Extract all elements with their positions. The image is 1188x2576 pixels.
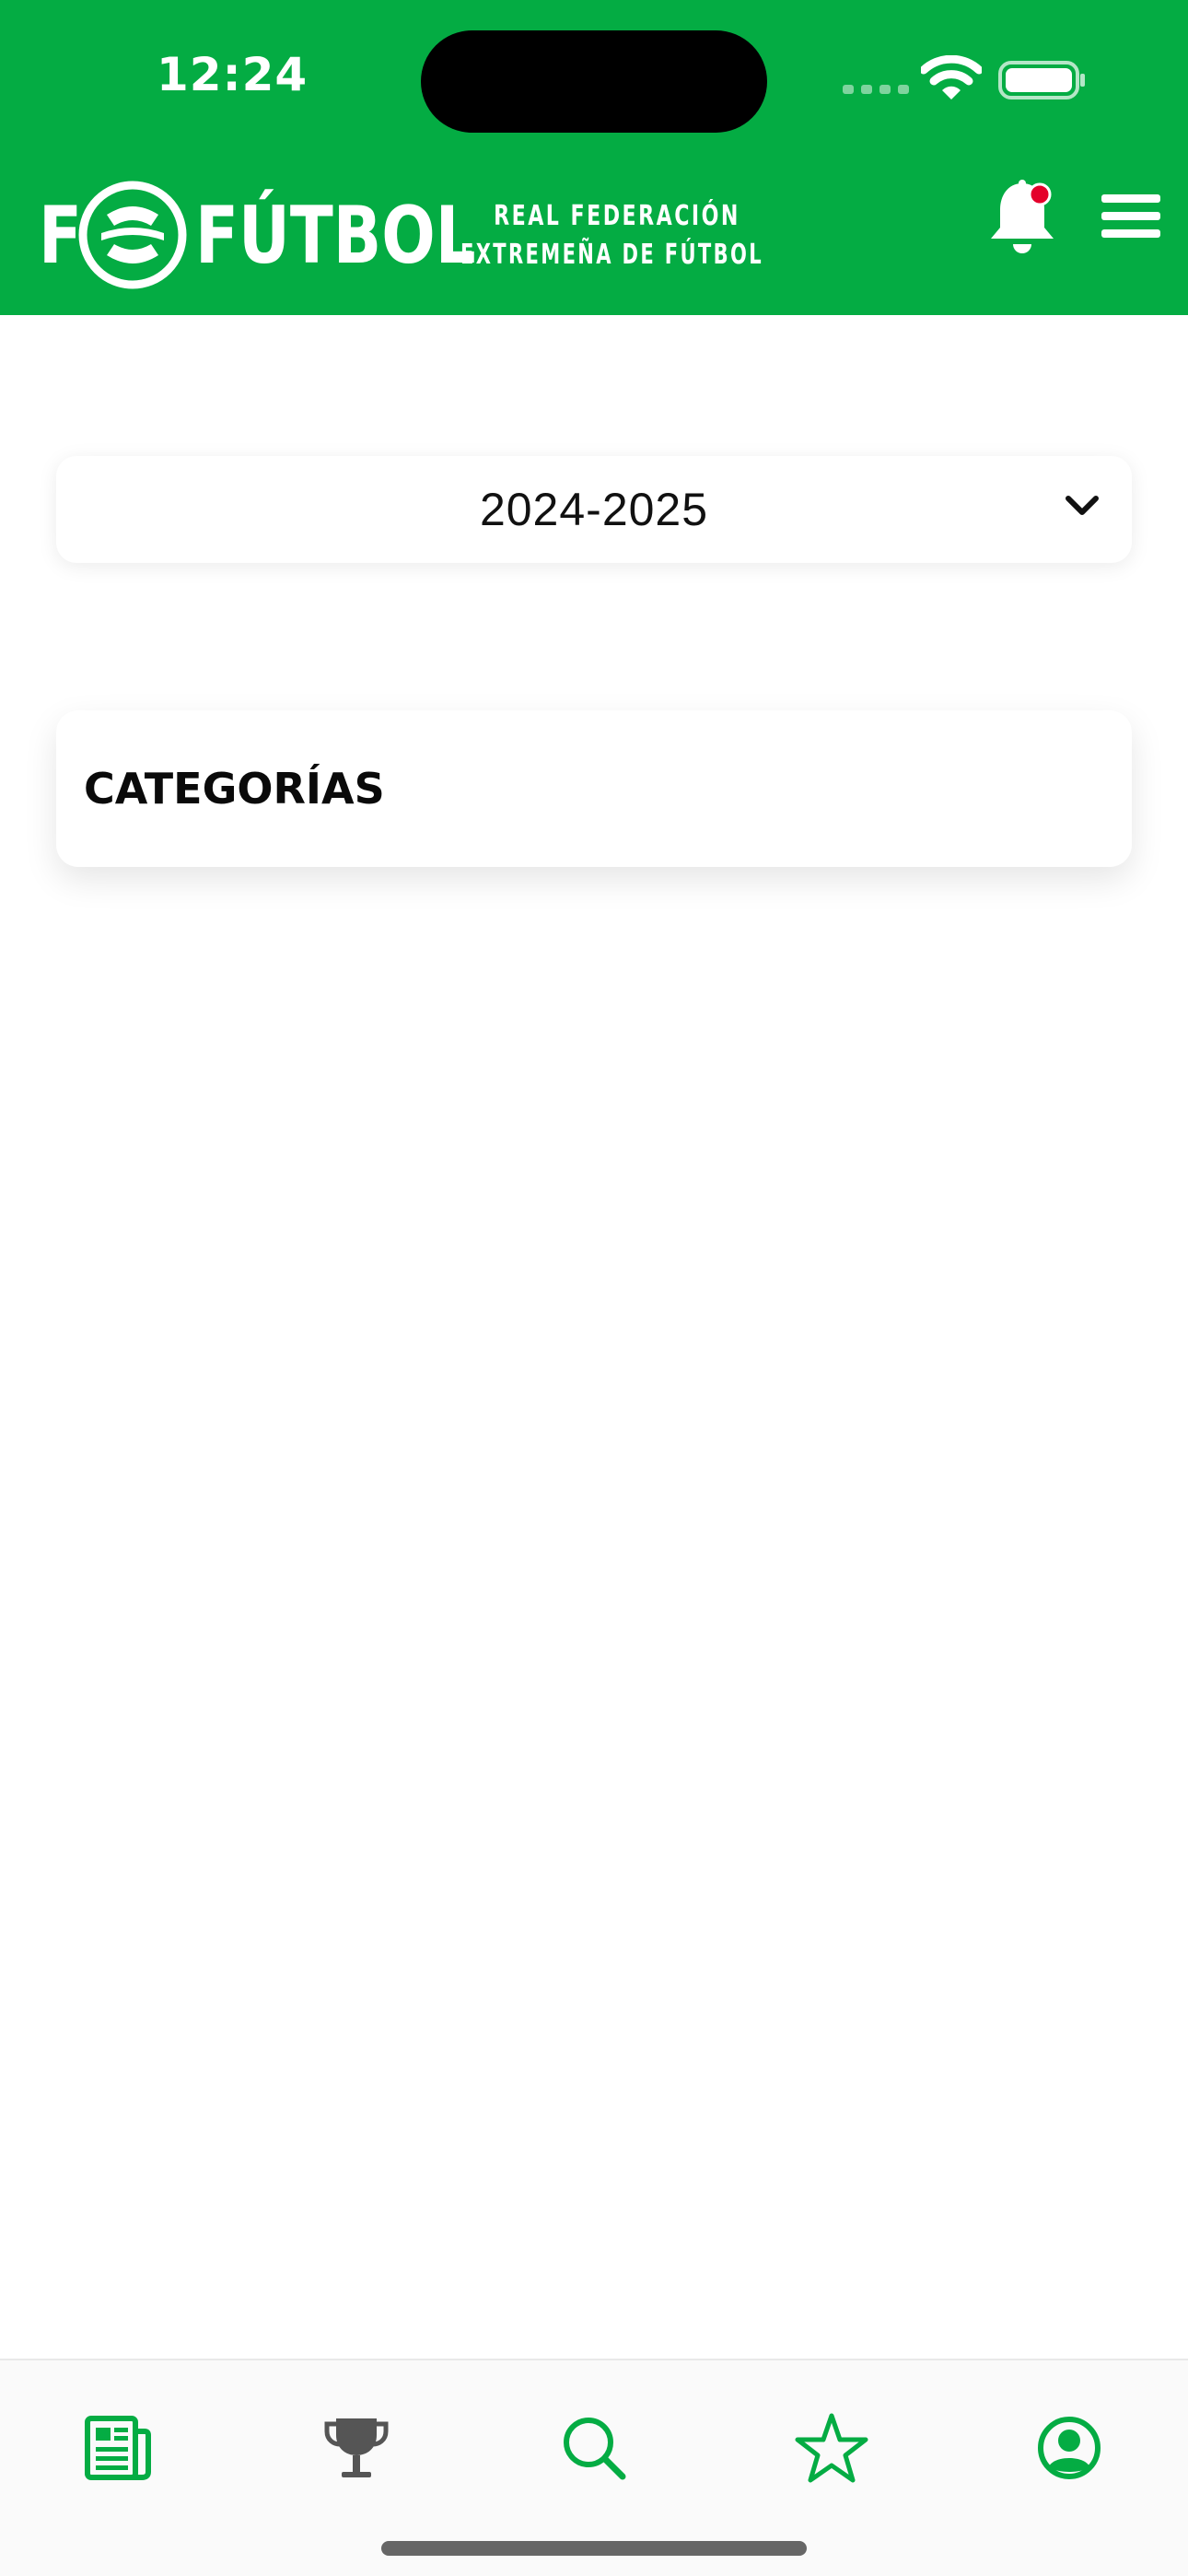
search-icon <box>564 2418 626 2480</box>
chevron-down-icon[interactable] <box>1064 493 1101 519</box>
tagline-line-2: EXTREMEÑA DE FÚTBOL <box>460 239 764 271</box>
fex-logo[interactable]: F FÚTBOL <box>39 180 476 299</box>
season-selector-value: 2024-2025 <box>479 484 709 535</box>
home-indicator <box>381 2541 807 2556</box>
logo-letter: F <box>39 190 82 282</box>
logo-wordmark: FÚTBOL <box>195 190 476 282</box>
app-header: 12:24 F FÚTBOL REAL FEDERACIÓN EXTREMEÑA… <box>0 0 1188 315</box>
tab-profile[interactable] <box>1019 2397 1120 2499</box>
tab-search[interactable] <box>543 2397 645 2499</box>
battery-icon <box>998 61 1085 100</box>
wifi-icon <box>921 55 982 100</box>
categories-title: CATEGORÍAS <box>84 764 385 814</box>
hamburger-menu-icon[interactable] <box>1101 194 1160 239</box>
status-time: 12:24 <box>157 48 309 101</box>
dynamic-island <box>421 30 767 133</box>
tab-competitions[interactable] <box>306 2397 407 2499</box>
notification-dot <box>1028 182 1052 206</box>
categories-card[interactable]: CATEGORÍAS <box>56 710 1132 867</box>
notifications-bell-icon[interactable] <box>987 180 1061 257</box>
football-emblem-icon <box>78 181 187 289</box>
federation-tagline: REAL FEDERACIÓN EXTREMEÑA DE FÚTBOL <box>460 197 774 275</box>
profile-icon <box>1038 2417 1101 2479</box>
season-selector[interactable]: 2024-2025 <box>56 456 1132 563</box>
newspaper-icon <box>85 2416 151 2480</box>
tab-favorites[interactable] <box>781 2397 882 2499</box>
cellular-signal-icon <box>843 85 909 94</box>
tagline-line-1: REAL FEDERACIÓN <box>494 200 740 232</box>
trophy-icon <box>324 2418 389 2477</box>
screen: 12:24 F FÚTBOL REAL FEDERACIÓN EXTREMEÑA… <box>0 0 1188 2576</box>
star-icon <box>795 2413 868 2483</box>
tab-news[interactable] <box>67 2397 169 2499</box>
